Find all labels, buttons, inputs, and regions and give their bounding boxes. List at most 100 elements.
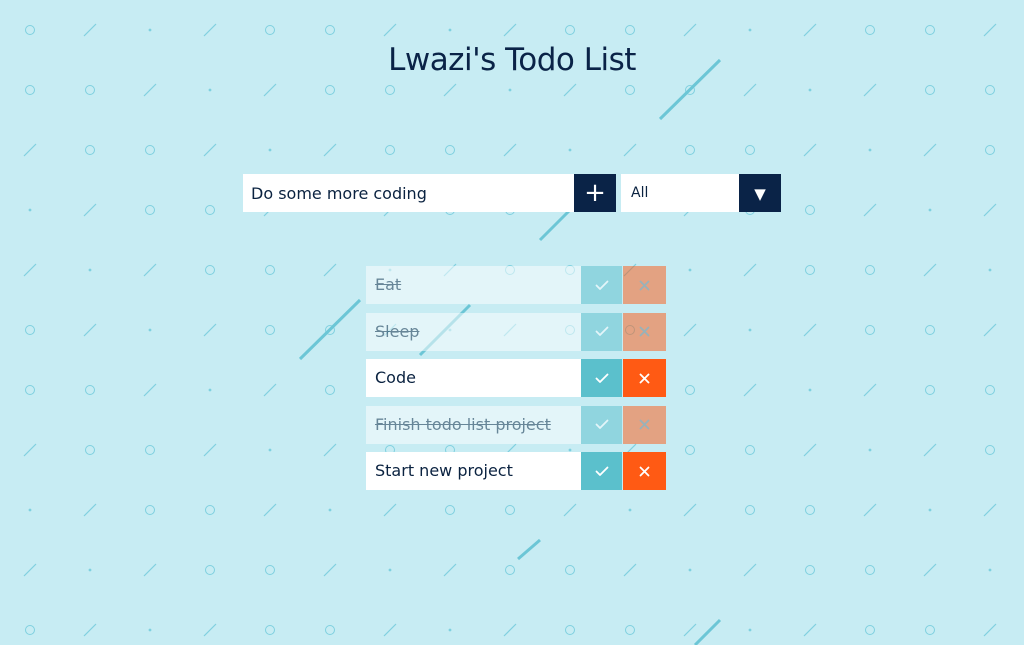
todo-text: Finish todo list project (366, 405, 581, 444)
complete-button[interactable] (581, 452, 622, 490)
pattern-circle (325, 385, 335, 395)
pattern-slash (323, 443, 337, 457)
pattern-slash (203, 623, 217, 637)
pattern-slash (203, 323, 217, 337)
pattern-slash (863, 383, 877, 397)
todo-item: Code (366, 359, 666, 397)
todo-text: Eat (366, 266, 581, 304)
pattern-slash (443, 563, 457, 577)
pattern-slash (983, 323, 997, 337)
pattern-dot (328, 508, 332, 512)
pattern-dot (688, 568, 692, 572)
pattern-circle (925, 85, 935, 95)
pattern-slash (563, 83, 577, 97)
pattern-slash (263, 83, 277, 97)
pattern-slash (23, 443, 37, 457)
pattern-slash (923, 443, 937, 457)
pattern-circle (85, 445, 95, 455)
pattern-slash (623, 143, 637, 157)
check-icon (595, 466, 608, 476)
pattern-circle (145, 145, 155, 155)
pattern-slash (23, 143, 37, 157)
pattern-circle (145, 445, 155, 455)
pattern-circle (145, 205, 155, 215)
complete-button[interactable] (581, 359, 622, 397)
pattern-dot (148, 328, 152, 332)
pattern-slash (743, 263, 757, 277)
pattern-circle (385, 145, 395, 155)
delete-button[interactable] (623, 312, 666, 351)
pattern-slash (803, 323, 817, 337)
pattern-dot (388, 568, 392, 572)
add-todo-button[interactable]: + (574, 174, 616, 212)
pattern-dot (748, 628, 752, 632)
pattern-circle (325, 625, 335, 635)
todo-item: Finish todo list project (366, 405, 666, 444)
pattern-dot (208, 88, 212, 92)
pattern-streak (517, 538, 541, 561)
pattern-slash (743, 83, 757, 97)
pattern-slash (503, 623, 517, 637)
pattern-circle (685, 445, 695, 455)
pattern-streak (298, 298, 362, 361)
pattern-slash (923, 143, 937, 157)
pattern-dot (148, 28, 152, 32)
pattern-dot (988, 568, 992, 572)
check-icon (595, 419, 608, 429)
pattern-circle (925, 385, 935, 395)
pattern-circle (205, 505, 215, 515)
pattern-dot (208, 388, 212, 392)
pattern-circle (925, 25, 935, 35)
pattern-dot (148, 628, 152, 632)
close-icon (639, 373, 650, 383)
pattern-circle (205, 205, 215, 215)
todo-input[interactable] (243, 174, 574, 212)
pattern-circle (685, 145, 695, 155)
todo-text: Sleep (366, 312, 581, 351)
complete-button[interactable] (581, 405, 622, 444)
todo-form: + All ▼ (243, 174, 781, 212)
pattern-circle (865, 325, 875, 335)
pattern-circle (865, 625, 875, 635)
complete-button[interactable] (581, 312, 622, 351)
pattern-slash (983, 503, 997, 517)
caret-down-icon[interactable]: ▼ (739, 174, 781, 212)
pattern-circle (925, 625, 935, 635)
todo-text: Start new project (366, 452, 581, 490)
pattern-circle (625, 625, 635, 635)
pattern-circle (625, 85, 635, 95)
delete-button[interactable] (623, 266, 666, 304)
check-icon (595, 326, 608, 336)
pattern-circle (805, 505, 815, 515)
pattern-slash (863, 83, 877, 97)
delete-button[interactable] (623, 405, 666, 444)
todo-list: Eat Sleep Code Finish todo list project (366, 266, 666, 499)
pattern-slash (743, 563, 757, 577)
pattern-circle (685, 385, 695, 395)
delete-button[interactable] (623, 452, 666, 490)
pattern-dot (448, 28, 452, 32)
pattern-circle (505, 505, 515, 515)
complete-button[interactable] (581, 266, 622, 304)
pattern-circle (445, 505, 455, 515)
pattern-slash (383, 503, 397, 517)
pattern-slash (203, 23, 217, 37)
check-icon (595, 373, 608, 383)
pattern-slash (683, 623, 697, 637)
pattern-circle (985, 385, 995, 395)
pattern-dot (88, 568, 92, 572)
pattern-slash (23, 263, 37, 277)
pattern-circle (325, 85, 335, 95)
delete-button[interactable] (623, 359, 666, 397)
filter-select[interactable]: All ▼ (621, 174, 781, 212)
pattern-slash (803, 143, 817, 157)
pattern-circle (25, 325, 35, 335)
pattern-slash (263, 383, 277, 397)
pattern-slash (203, 143, 217, 157)
pattern-circle (865, 25, 875, 35)
pattern-circle (265, 265, 275, 275)
pattern-slash (683, 23, 697, 37)
pattern-slash (923, 563, 937, 577)
pattern-dot (808, 88, 812, 92)
pattern-circle (805, 565, 815, 575)
